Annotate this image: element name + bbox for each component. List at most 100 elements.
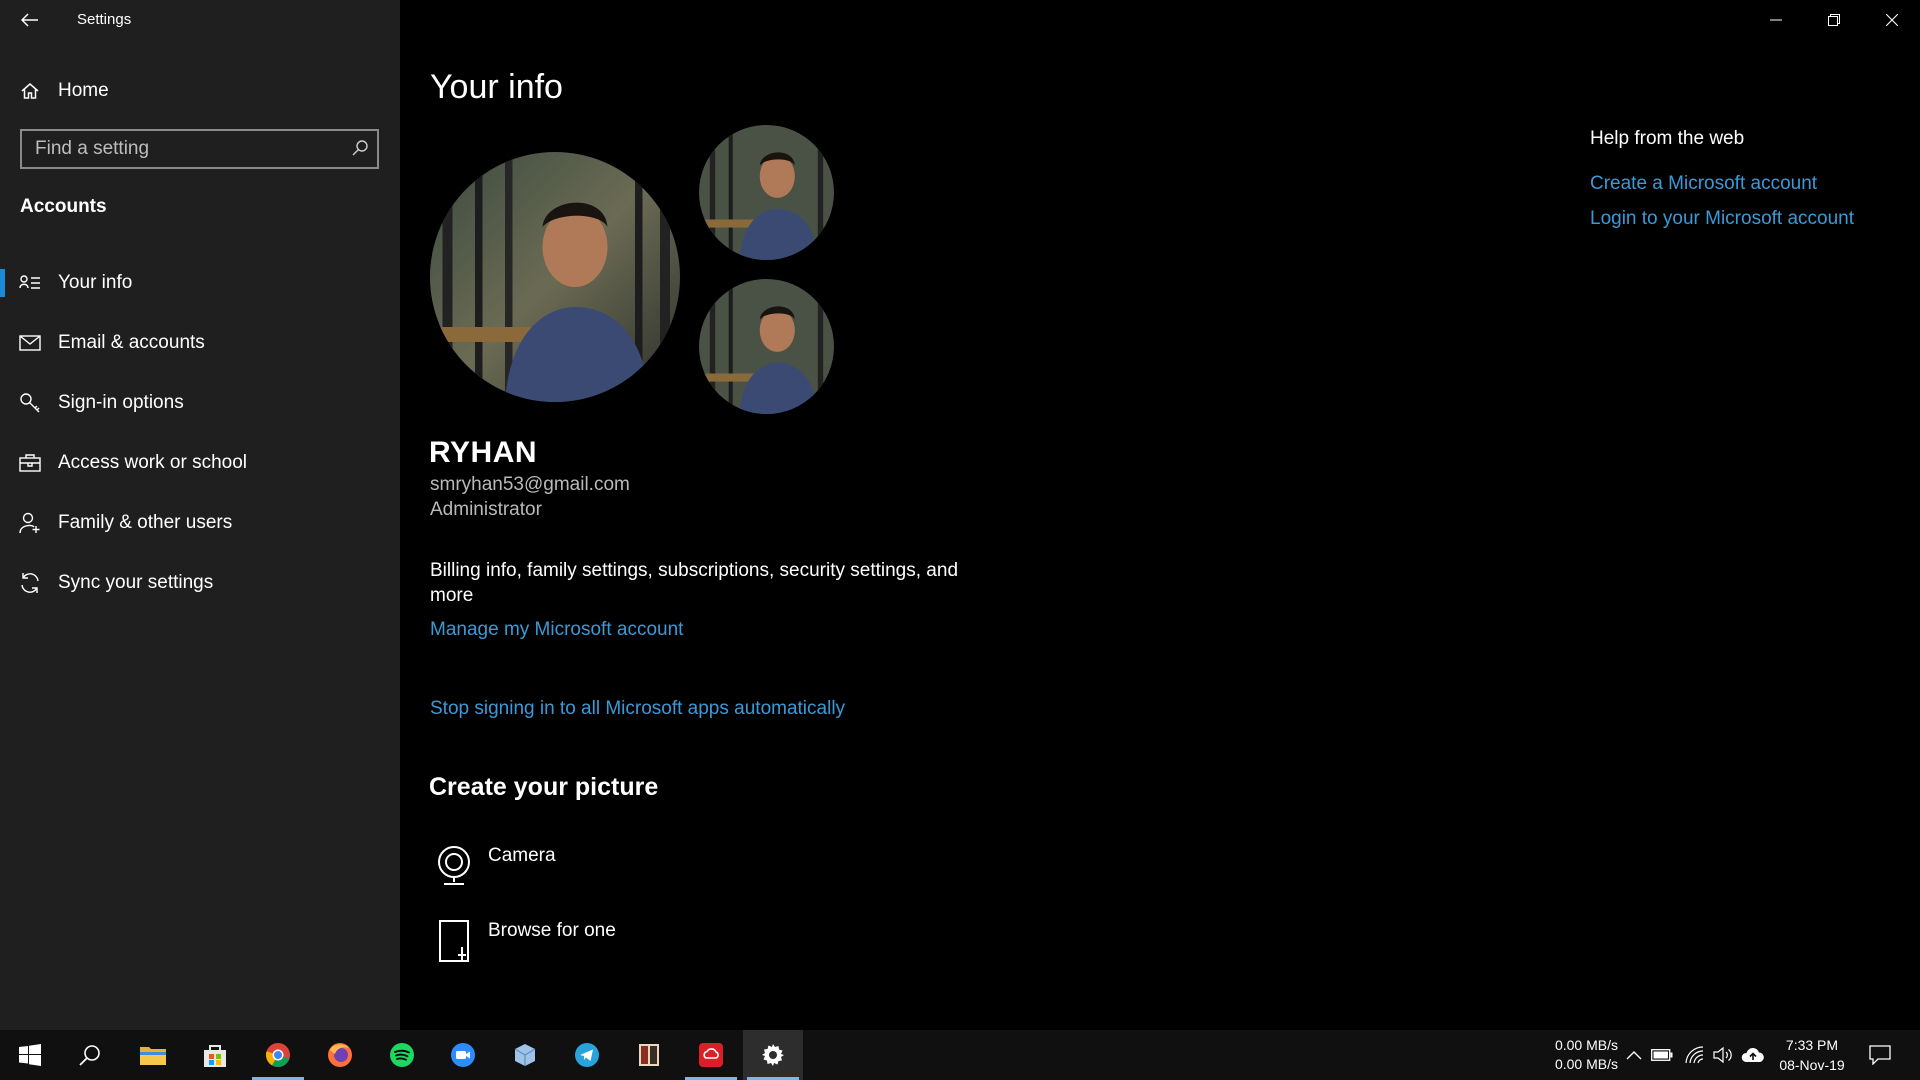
file-explorer-icon: [140, 1047, 166, 1065]
3d-box-icon: [514, 1044, 536, 1066]
create-account-link[interactable]: Create a Microsoft account: [1590, 173, 1817, 195]
minimize-icon: [1770, 19, 1782, 21]
browse-option[interactable]: Browse for one: [430, 917, 616, 965]
taskbar-app[interactable]: [619, 1030, 679, 1080]
sidebar-item-your-info[interactable]: Your info: [0, 261, 400, 321]
clock-date: 08-Nov-19: [1779, 1057, 1845, 1073]
clock-time: 7:33 PM: [1785, 1037, 1839, 1053]
home-icon: [18, 79, 42, 103]
camera-option[interactable]: Camera: [430, 842, 556, 890]
taskbar-firefox[interactable]: [310, 1030, 370, 1080]
notification-icon: [1869, 1045, 1891, 1065]
sidebar-item-label: Sync your settings: [58, 572, 214, 593]
nav-home-label: Home: [58, 80, 109, 101]
battery-tray-button[interactable]: [1650, 1043, 1674, 1067]
section-title-accounts: Accounts: [20, 196, 107, 217]
sidebar-item-email-accounts[interactable]: Email & accounts: [0, 321, 400, 381]
profile-picture-recent-1[interactable]: [699, 125, 834, 260]
taskbar-file-explorer[interactable]: [123, 1030, 183, 1080]
taskbar-search-button[interactable]: [60, 1030, 120, 1080]
sidebar-item-label: Access work or school: [58, 452, 248, 473]
start-button[interactable]: [0, 1030, 60, 1080]
back-button[interactable]: [14, 6, 46, 34]
action-center-button[interactable]: [1868, 1043, 1892, 1067]
browse-icon: [430, 917, 478, 965]
contact-info-icon: [18, 271, 42, 295]
sidebar-item-sync-settings[interactable]: Sync your settings: [0, 561, 400, 621]
search-box: [20, 129, 379, 169]
create-picture-heading: Create your picture: [429, 773, 659, 801]
briefcase-icon: [18, 451, 42, 475]
network-speed: 0.00 MB/s 0.00 MB/s: [1548, 1036, 1618, 1074]
store-icon: [204, 1045, 226, 1067]
taskbar-store[interactable]: [185, 1030, 245, 1080]
camera-icon: [430, 842, 478, 890]
volume-tray-button[interactable]: [1711, 1043, 1735, 1067]
search-icon: [79, 1045, 100, 1066]
profile-picture-large: [430, 152, 680, 402]
add-person-icon: [18, 511, 42, 535]
page-title: Your info: [430, 68, 563, 106]
chrome-icon: [266, 1043, 290, 1067]
onedrive-tray-button[interactable]: [1741, 1043, 1765, 1067]
taskbar-creative-cloud[interactable]: [681, 1030, 741, 1080]
taskbar-settings[interactable]: [743, 1030, 803, 1080]
sidebar-item-label: Family & other users: [58, 512, 233, 533]
sidebar-item-label: Sign-in options: [58, 392, 184, 413]
chevron-up-icon: [1626, 1051, 1642, 1060]
creative-cloud-icon: [699, 1043, 723, 1067]
zoom-icon: [451, 1043, 475, 1067]
user-name: RYHAN: [429, 436, 538, 469]
sidebar-item-family-users[interactable]: Family & other users: [0, 501, 400, 561]
sidebar: Settings Home Accounts Your info Email &…: [0, 0, 400, 1030]
cloud-upload-icon: [1741, 1048, 1764, 1062]
sidebar-item-access-work[interactable]: Access work or school: [0, 441, 400, 501]
sidebar-item-label: Your info: [58, 272, 133, 293]
firefox-icon: [328, 1043, 352, 1067]
wifi-tray-button[interactable]: [1683, 1043, 1707, 1067]
billing-description: Billing info, family settings, subscript…: [430, 560, 959, 606]
browse-label: Browse for one: [488, 920, 616, 941]
taskbar-3d-app[interactable]: [495, 1030, 555, 1080]
telegram-icon: [575, 1043, 599, 1067]
sidebar-item-sign-in-options[interactable]: Sign-in options: [0, 381, 400, 441]
taskbar-spotify[interactable]: [372, 1030, 432, 1080]
net-speed-down: 0.00 MB/s: [1554, 1056, 1618, 1072]
stop-signing-in-link[interactable]: Stop signing in to all Microsoft apps au…: [430, 698, 845, 720]
user-role: Administrator: [430, 499, 542, 520]
profile-picture-recent-2[interactable]: [699, 279, 834, 414]
restore-button[interactable]: [1806, 0, 1862, 40]
taskbar-clock[interactable]: 7:33 PM 08-Nov-19: [1770, 1035, 1854, 1075]
show-hidden-icons-button[interactable]: [1622, 1043, 1646, 1067]
help-heading: Help from the web: [1590, 128, 1745, 149]
settings-gear-icon: [762, 1044, 784, 1066]
back-arrow-icon: [21, 13, 38, 27]
wifi-icon: [1685, 1046, 1704, 1064]
manage-account-link[interactable]: Manage my Microsoft account: [430, 619, 683, 641]
taskbar: 0.00 MB/s 0.00 MB/s 7:33 PM 08-Nov-19: [0, 1030, 1920, 1080]
nav-home[interactable]: Home: [0, 72, 400, 110]
sidebar-item-label: Email & accounts: [58, 332, 205, 353]
key-icon: [18, 391, 42, 415]
close-button[interactable]: [1864, 0, 1920, 40]
battery-icon: [1651, 1049, 1673, 1061]
net-speed-up: 0.00 MB/s: [1554, 1037, 1618, 1053]
taskbar-telegram[interactable]: [557, 1030, 617, 1080]
start-icon: [19, 1044, 41, 1066]
taskbar-chrome[interactable]: [248, 1030, 308, 1080]
app-icon: [639, 1044, 659, 1066]
user-email: smryhan53@gmail.com: [430, 474, 630, 495]
accounts-nav-list: Your info Email & accounts Sign-in optio…: [0, 261, 400, 621]
volume-icon: [1713, 1046, 1732, 1064]
taskbar-zoom[interactable]: [433, 1030, 493, 1080]
app-title: Settings: [77, 11, 132, 28]
login-account-link[interactable]: Login to your Microsoft account: [1590, 208, 1854, 230]
close-icon: [1886, 14, 1898, 26]
minimize-button[interactable]: [1748, 0, 1804, 40]
mail-icon: [18, 331, 42, 355]
search-input[interactable]: [22, 138, 332, 160]
camera-label: Camera: [488, 845, 556, 866]
sync-icon: [18, 571, 42, 595]
search-icon[interactable]: [351, 139, 369, 162]
restore-icon: [1828, 14, 1840, 26]
